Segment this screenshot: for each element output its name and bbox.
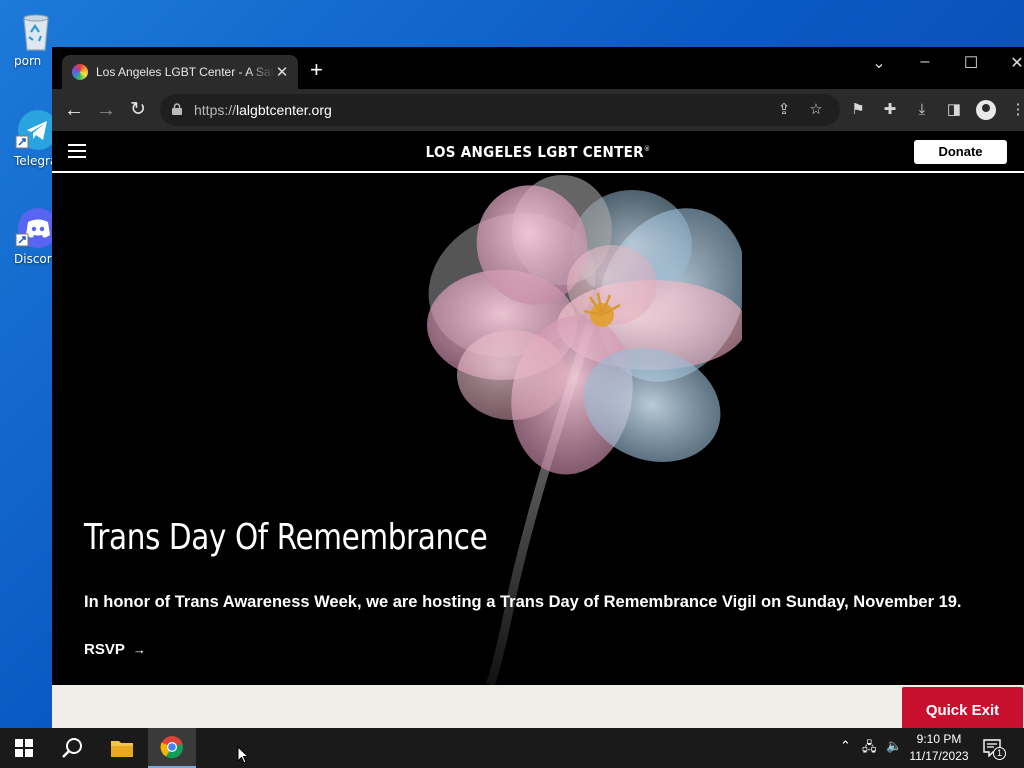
windows-logo-icon [15, 739, 33, 757]
notifications-button[interactable]: 1 [982, 737, 1006, 760]
site-logo[interactable]: LOS ANGELES LGBT CENTER® [52, 143, 1024, 161]
close-window-button[interactable]: ✕ [1002, 53, 1024, 73]
close-tab-icon[interactable]: ✕ [274, 63, 290, 81]
tab-search-icon[interactable]: ⌄ [864, 53, 894, 73]
mouse-cursor-icon [237, 746, 249, 764]
clock-date: 11/17/2023 [909, 749, 969, 763]
network-icon[interactable]: 🖧 [862, 738, 877, 760]
back-button[interactable]: ← [62, 98, 86, 122]
lock-icon [172, 103, 182, 115]
arrow-right-icon: → [132, 642, 146, 657]
file-explorer-button[interactable] [98, 728, 146, 768]
share-icon[interactable]: ⇪ [774, 100, 794, 120]
site-favicon-icon [72, 64, 88, 80]
volume-muted-icon[interactable]: 🔈 [886, 738, 902, 754]
site-header: LOS ANGELES LGBT CENTER® Donate [52, 131, 1024, 173]
hero-description: In honor of Trans Awareness Week, we are… [84, 593, 962, 611]
donate-button[interactable]: Donate [914, 140, 1007, 164]
page-viewport: LOS ANGELES LGBT CENTER® Donate Trans Da… [52, 131, 1024, 728]
taskbar: ⌃ 🖧 🔈 9:10 PM 11/17/2023 1 [0, 728, 1024, 768]
url-text: https://lalgbtcenter.org [194, 102, 332, 118]
tab-strip: Los Angeles LGBT Center - A Safe ✕ + ⌄ –… [52, 47, 1024, 89]
new-tab-button[interactable]: + [310, 59, 323, 81]
chrome-taskbar-button[interactable] [148, 728, 196, 768]
maximize-button[interactable]: ☐ [956, 53, 986, 73]
menu-kebab-icon[interactable]: ⋮ [1008, 100, 1024, 120]
start-button[interactable] [0, 728, 48, 768]
browser-window: Los Angeles LGBT Center - A Safe ✕ + ⌄ –… [52, 47, 1024, 728]
clock-time: 9:10 PM [916, 732, 962, 746]
search-icon [62, 738, 82, 758]
extensions-icon[interactable]: ✚ [880, 100, 900, 120]
profile-avatar[interactable] [976, 100, 996, 120]
recycle-bin-icon [23, 14, 49, 51]
hero-banner: Trans Day Of Remembrance In honor of Tra… [52, 175, 1024, 685]
hero-title: Trans Day Of Remembrance [84, 517, 488, 558]
reload-button[interactable]: ↻ [126, 98, 150, 122]
flag-icon[interactable]: ⚑ [848, 100, 868, 120]
search-button[interactable] [48, 728, 96, 768]
next-section [52, 685, 1024, 728]
forward-button[interactable]: → [94, 98, 118, 122]
side-panel-icon[interactable]: ◨ [944, 100, 964, 120]
browser-toolbar: ← → ↻ https://lalgbtcenter.org ⇪ ☆ ⚑ ✚ ⤓… [52, 89, 1024, 131]
browser-tab[interactable]: Los Angeles LGBT Center - A Safe ✕ [62, 55, 298, 89]
chrome-icon [160, 736, 184, 759]
rsvp-link[interactable]: RSVP → [84, 641, 146, 658]
folder-icon [111, 741, 133, 757]
notification-count-badge: 1 [993, 747, 1006, 760]
address-bar[interactable]: https://lalgbtcenter.org ⇪ ☆ [160, 94, 840, 126]
tab-title: Los Angeles LGBT Center - A Safe [96, 65, 274, 79]
bookmark-star-icon[interactable]: ☆ [806, 100, 826, 120]
download-icon[interactable]: ⤓ [912, 100, 932, 120]
chevron-up-icon[interactable]: ⌃ [840, 738, 851, 754]
minimize-button[interactable]: – [910, 53, 940, 71]
system-clock[interactable]: 9:10 PM 11/17/2023 [904, 731, 974, 765]
